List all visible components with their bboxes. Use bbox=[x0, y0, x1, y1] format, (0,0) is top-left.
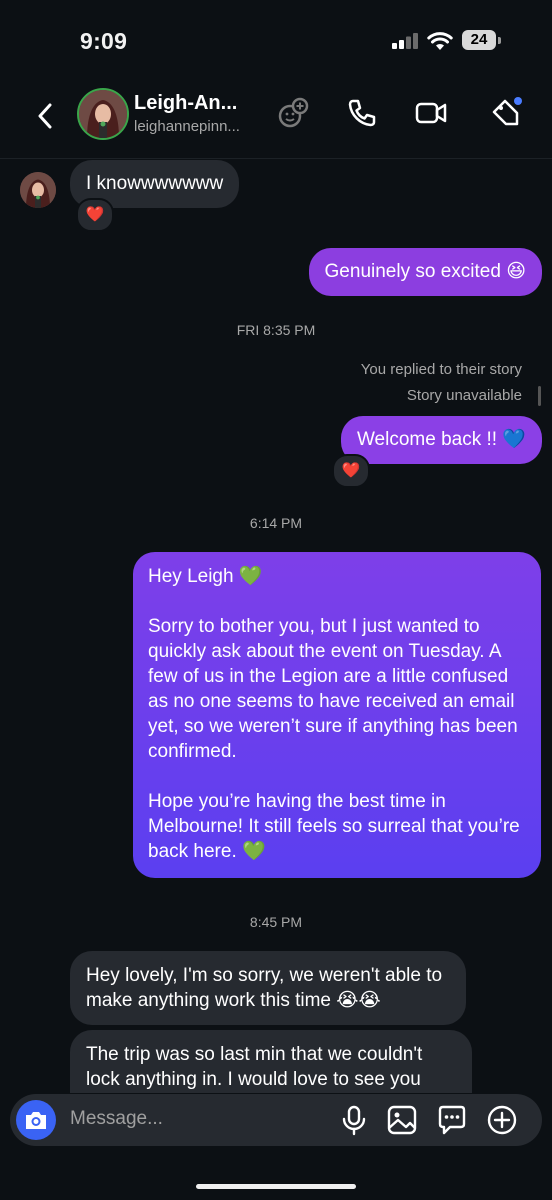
sender-avatar[interactable] bbox=[20, 172, 56, 208]
cellular-signal-icon bbox=[392, 33, 418, 49]
timestamp: FRI 8:35 PM bbox=[236, 322, 316, 338]
battery-level: 24 bbox=[462, 30, 496, 50]
video-call-icon[interactable] bbox=[414, 96, 448, 130]
gallery-icon[interactable] bbox=[386, 1104, 418, 1136]
message-input[interactable]: Message... bbox=[70, 1108, 163, 1130]
back-arrow-icon[interactable] bbox=[32, 98, 58, 134]
timestamp: 8:45 PM bbox=[249, 914, 303, 930]
outgoing-message[interactable]: Genuinely so excited 😆 bbox=[308, 248, 542, 296]
story-unavailable-label: Story unavailable bbox=[406, 387, 522, 404]
camera-icon bbox=[26, 1112, 46, 1129]
heart-reaction[interactable]: ❤️ bbox=[332, 454, 370, 488]
message-paragraph: Hey Leigh 💚 bbox=[148, 566, 263, 587]
outgoing-message-long[interactable]: Hey Leigh 💚 Sorry to bother you, but I j… bbox=[133, 552, 541, 878]
status-bar: 9:09 24 bbox=[0, 0, 552, 80]
story-reply-bar bbox=[538, 386, 541, 406]
contact-username[interactable]: leighannepinn... bbox=[134, 118, 240, 135]
message-thread[interactable]: I knowwwwwww ❤️ Genuinely so excited 😆 F… bbox=[0, 158, 552, 1093]
incoming-message[interactable]: Hey lovely, I'm so sorry, we weren't abl… bbox=[70, 951, 466, 1025]
tag-icon[interactable] bbox=[488, 96, 522, 130]
effects-icon[interactable] bbox=[276, 96, 310, 130]
message-paragraph: Hope you’re having the best time in Melb… bbox=[148, 791, 520, 862]
story-reply-label: You replied to their story bbox=[360, 361, 522, 378]
outgoing-message[interactable]: Welcome back !! 💙 bbox=[340, 416, 542, 464]
phone-call-icon[interactable] bbox=[345, 96, 379, 130]
contact-avatar[interactable] bbox=[77, 88, 129, 140]
chat-header: Leigh-An... leighannepinn... bbox=[0, 80, 552, 159]
message-paragraph: Sorry to bother you, but I just wanted t… bbox=[148, 616, 518, 762]
add-plus-icon[interactable] bbox=[486, 1104, 518, 1136]
status-time: 9:09 bbox=[80, 28, 128, 54]
sticker-chat-icon[interactable] bbox=[436, 1104, 468, 1136]
heart-reaction[interactable]: ❤️ bbox=[76, 198, 114, 232]
timestamp: 6:14 PM bbox=[249, 515, 303, 531]
wifi-icon bbox=[427, 32, 453, 50]
contact-name[interactable]: Leigh-An... bbox=[134, 92, 237, 115]
message-composer: Message... bbox=[10, 1094, 542, 1146]
home-indicator bbox=[196, 1184, 356, 1189]
battery-icon: 24 bbox=[462, 30, 502, 52]
incoming-message[interactable]: The trip was so last min that we couldn'… bbox=[70, 1030, 472, 1093]
camera-button[interactable] bbox=[16, 1100, 56, 1140]
microphone-icon[interactable] bbox=[338, 1104, 370, 1136]
